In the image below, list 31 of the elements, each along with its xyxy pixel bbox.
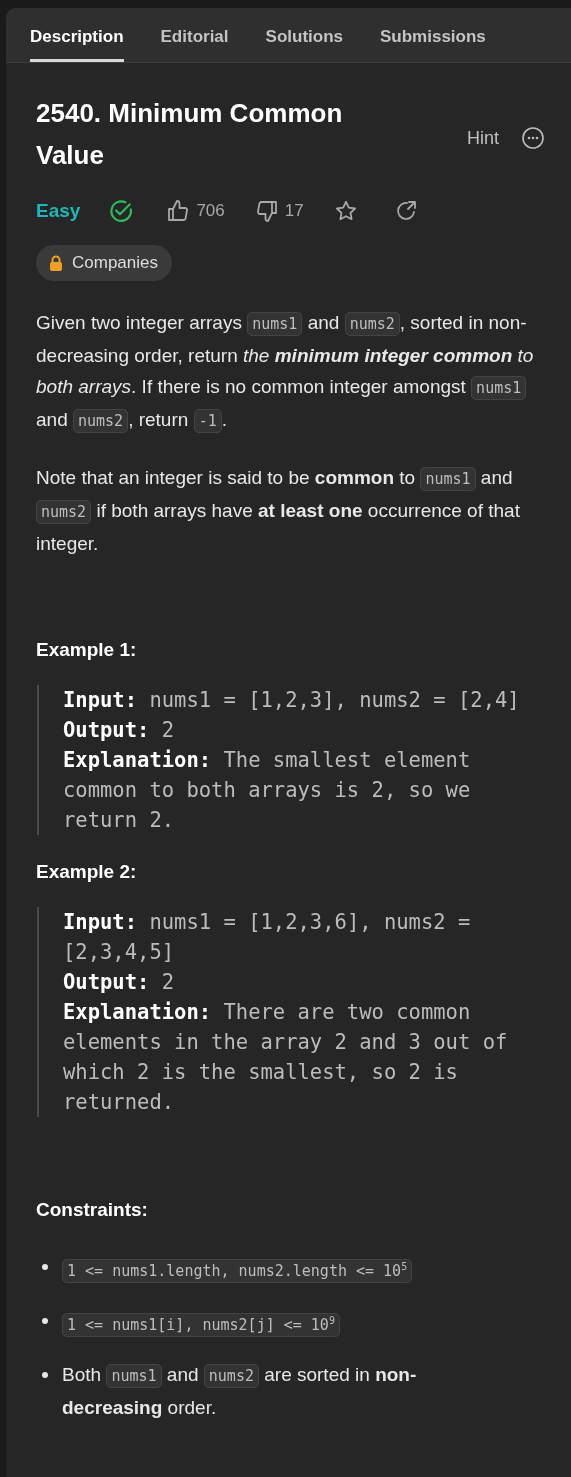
example-line: Explanation: The smallest element common to both arrays is 2, so we return 2.: [63, 747, 472, 834]
example-heading: Example 1:: [36, 639, 138, 661]
difficulty-label: Easy: [36, 200, 81, 222]
hint-link[interactable]: Hint: [467, 127, 499, 149]
bullet-icon: [42, 1264, 48, 1270]
thumbs-up-icon[interactable]: [166, 199, 191, 223]
example-line: Input: nums1 = [1,2,3], nums2 = [2,4]: [63, 687, 521, 714]
companies-tag[interactable]: Companies: [36, 245, 172, 281]
tab[interactable]: Solutions: [265, 8, 343, 62]
description-paragraph: Given two integer arrays nums1 and nums2 , sorted in non-decreasing order, return the minimum integer common to both arrays. If there is no common integer amongst nums1 and nums2 , return -1 .: [36, 307, 547, 437]
example-line: Output: 2: [63, 717, 176, 744]
dislike-count: 17: [284, 201, 304, 221]
bullet-icon: [42, 1318, 48, 1324]
example-line: Output: 2: [63, 969, 176, 996]
constraint-text: 1 <= nums1[i], nums2[j] <= 10$^{9}$: [62, 1305, 492, 1341]
thumbs-down-icon[interactable]: [254, 199, 279, 223]
example-line: Explanation: There are two common elements in the array 2 and 3 out of which 2 is the smallest, so 2 is returned.: [63, 999, 509, 1116]
problem-title: 2540. Minimum Common Value: [36, 97, 344, 172]
lock-icon: [49, 255, 63, 271]
bullet-icon: [42, 1372, 48, 1378]
description-paragraph: Note that an integer is said to be common to nums1 and nums2 if both arrays have at least one occurrence of that integer.: [36, 466, 521, 556]
like-count: 706: [196, 201, 225, 221]
constraints-heading: Constraints:: [36, 1199, 149, 1221]
constraint-text: Both nums1 and nums2 are sorted in non-decreasing order.: [62, 1363, 418, 1420]
example-heading: Example 2:: [36, 861, 138, 883]
tab[interactable]: Editorial: [160, 8, 229, 62]
tab[interactable]: Description: [30, 8, 124, 62]
example-line: Input: nums1 = [1,2,3,6], nums2 = [2,3,4,5]: [63, 909, 472, 966]
tab[interactable]: Submissions: [380, 8, 486, 62]
more-icon[interactable]: [521, 126, 545, 150]
star-icon[interactable]: [333, 199, 358, 223]
